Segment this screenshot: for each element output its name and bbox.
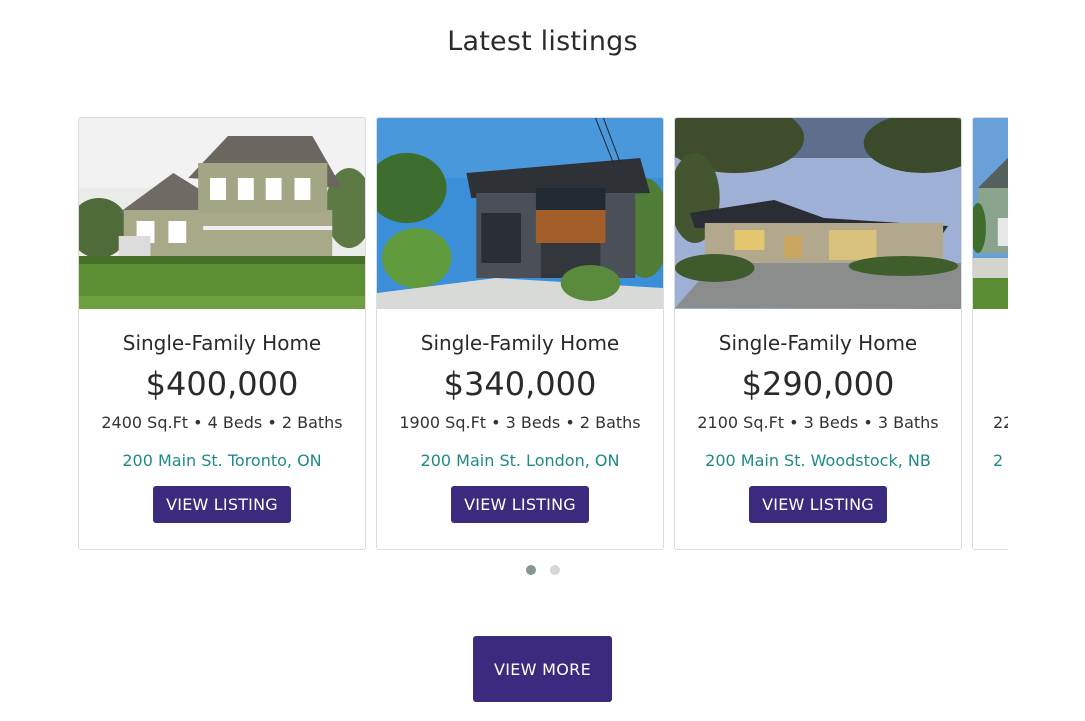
house-photo-modern[interactable] [377,118,663,309]
listing-price [993,365,1008,403]
view-listing-button[interactable]: VIEW LISTING [749,486,887,523]
house-photo-suburban[interactable] [79,118,365,309]
carousel-dot-2[interactable] [549,565,560,575]
carousel-track: Single-Family Home $400,000 2400 Sq.Ft •… [78,117,1008,550]
listing-card[interactable]: Single-Family Home $290,000 2100 Sq.Ft •… [674,117,962,550]
listing-price: $340,000 [443,365,597,403]
listing-address: 200 Main St. Toronto, ON [122,451,322,470]
listing-card[interactable]: 22 2 [972,117,1008,550]
listing-address: 200 Main St. Woodstock, NB [705,451,931,470]
listing-specs: 2100 Sq.Ft • 3 Beds • 3 Baths [697,413,939,432]
listing-type: Single-Family Home [420,331,620,355]
listing-type [993,331,1008,355]
listing-address: 200 Main St. London, ON [420,451,620,470]
listing-specs: 1900 Sq.Ft • 3 Beds • 2 Baths [399,413,641,432]
carousel-dot-1[interactable] [525,565,536,575]
view-listing-button[interactable]: VIEW LISTING [153,486,291,523]
section-title: Latest listings [447,26,638,57]
listing-specs: 22 [993,413,1008,432]
house-photo-partial[interactable] [973,118,1008,309]
carousel-pagination [0,565,1085,575]
view-more-button[interactable]: VIEW MORE [473,636,612,702]
listing-specs: 2400 Sq.Ft • 4 Beds • 2 Baths [101,413,343,432]
view-listing-button[interactable]: VIEW LISTING [451,486,589,523]
listing-card[interactable]: Single-Family Home $400,000 2400 Sq.Ft •… [78,117,366,550]
listing-address: 2 [993,451,1004,470]
listings-carousel[interactable]: Single-Family Home $400,000 2400 Sq.Ft •… [78,117,1008,550]
listing-price: $400,000 [145,365,299,403]
listing-type: Single-Family Home [122,331,322,355]
listing-price: $290,000 [741,365,895,403]
listing-type: Single-Family Home [718,331,918,355]
listing-card[interactable]: Single-Family Home $340,000 1900 Sq.Ft •… [376,117,664,550]
house-photo-ranch[interactable] [675,118,961,309]
